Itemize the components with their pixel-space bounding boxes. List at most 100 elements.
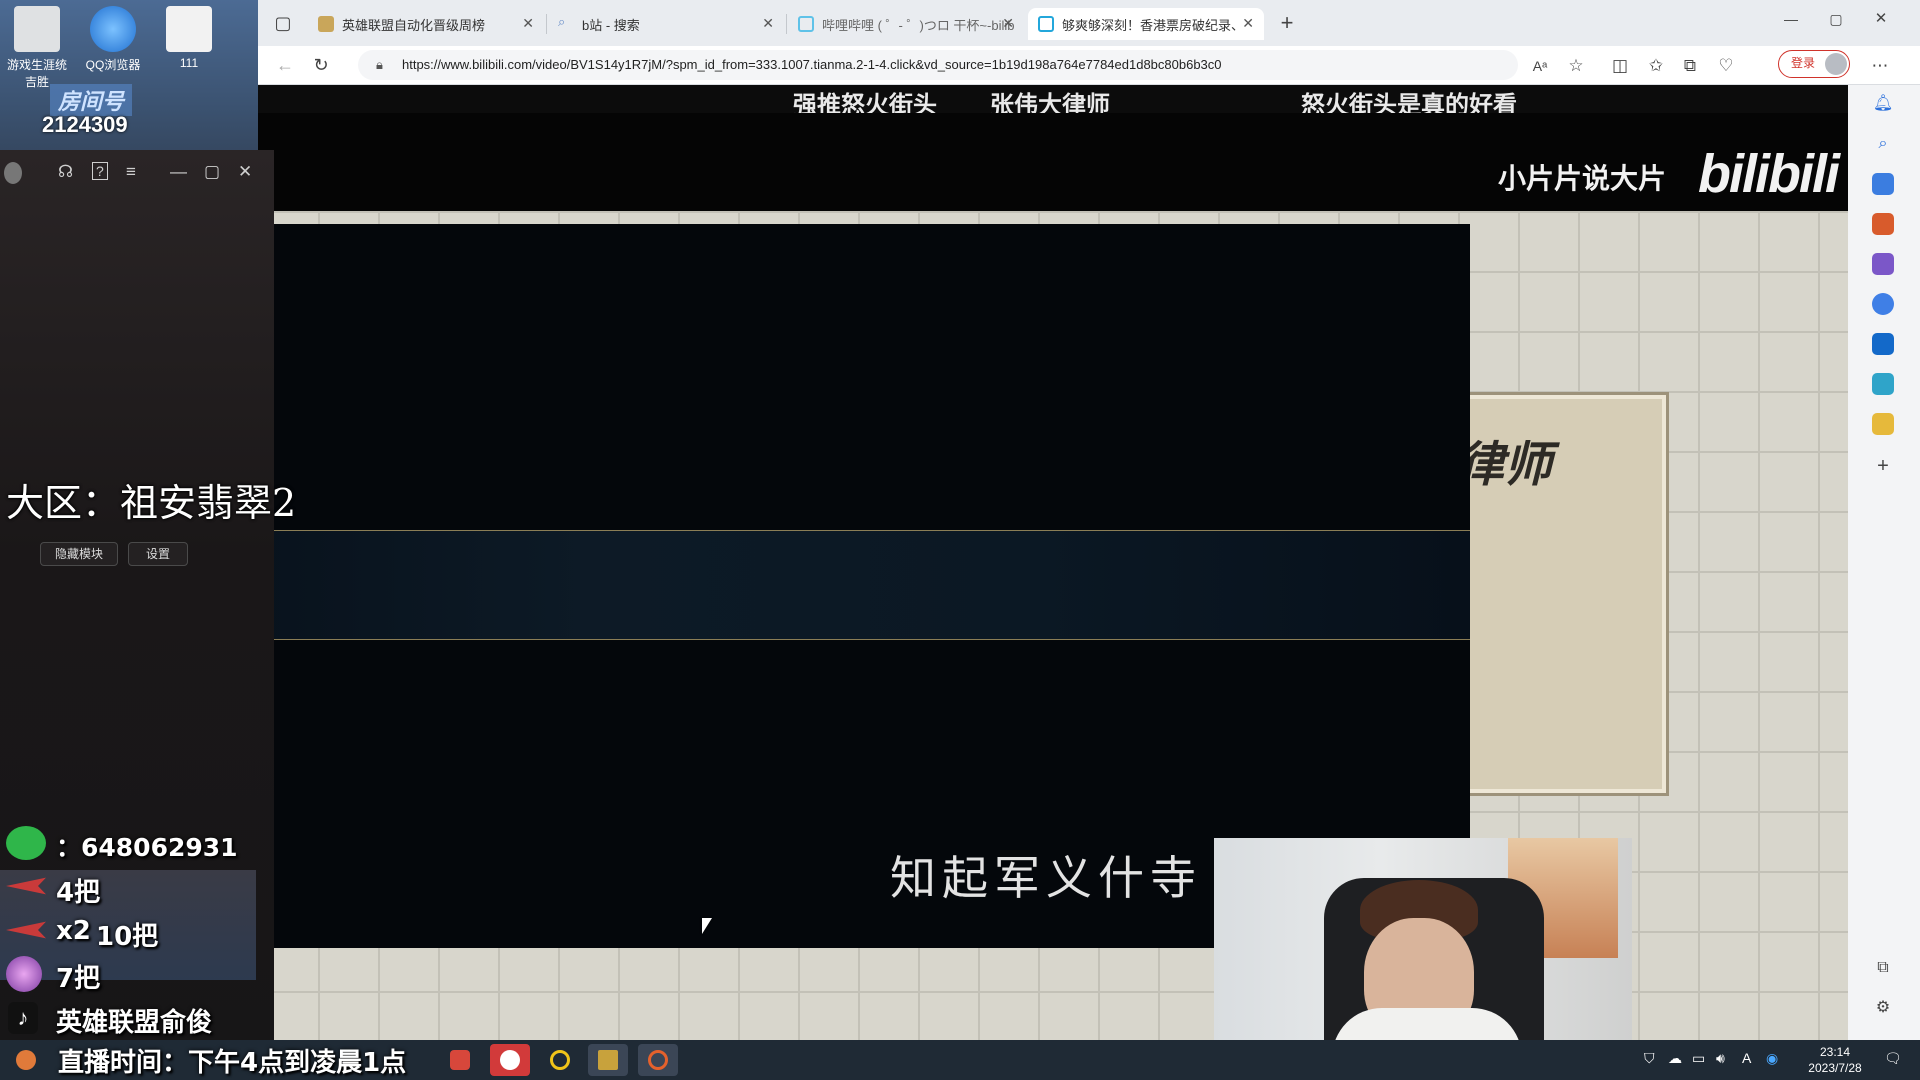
split-screen-icon[interactable]: ◫ [1608, 54, 1632, 78]
tab-separator [786, 14, 787, 34]
tab-label: 够爽够深刻！香港票房破纪录、 [1062, 17, 1245, 33]
rank-badge-icon [6, 956, 42, 992]
tab-video-active[interactable]: 够爽够深刻！香港票房破纪录、 ✕ [1028, 8, 1264, 40]
screenshot-icon[interactable]: ⧉ [1872, 957, 1894, 979]
close-tab-icon[interactable]: ✕ [1002, 15, 1014, 32]
site-favicon-icon [318, 16, 334, 32]
related-titles-strip: 强推怒火街头 张伟大律师 怒火街头是真的好看 [258, 85, 1848, 119]
more-menu-icon[interactable]: ⋯ [1868, 54, 1892, 78]
search-icon[interactable]: ⌕ [1872, 133, 1894, 155]
login-button[interactable]: 登录 [1778, 50, 1850, 78]
shopping-tag-icon[interactable] [1872, 173, 1894, 195]
taskbar-app-netease-music[interactable] [490, 1044, 530, 1076]
document-icon [166, 6, 212, 52]
minimize-icon[interactable]: — [1778, 6, 1804, 32]
taskbar-app-5[interactable] [638, 1044, 678, 1076]
tab-bilibili-home[interactable]: 哔哩哔哩 ( ゜- ゜)つロ 干杯~-bilib ✕ [788, 8, 1024, 40]
app-icon [648, 1050, 668, 1070]
bell-icon[interactable]: 🔔︎ [1872, 93, 1894, 115]
bilibili-logo: bilibili [1698, 144, 1840, 204]
taskbar-app-1[interactable] [440, 1044, 480, 1076]
close-tab-icon[interactable]: ✕ [522, 15, 534, 32]
maximize-icon[interactable]: ▢ [204, 162, 220, 182]
tab-bilibili-search[interactable]: ⌕ b站 - 搜索 ✕ [548, 8, 784, 40]
desktop-icon-game-career[interactable]: 游戏生涯统 吉胜 [2, 6, 72, 90]
desktop-icon-111[interactable]: 111 [154, 6, 224, 70]
wechat-tray-icon[interactable]: ☁ [1668, 1050, 1682, 1067]
tab-bar: ▢ 英雄联盟自动化晋级周榜 ✕ ⌕ b站 - 搜索 ✕ 哔哩哔哩 ( ゜- ゜)… [258, 0, 1920, 46]
desktop-icon-qq-browser[interactable]: QQ浏览器 [78, 6, 148, 73]
hide-module-button[interactable]: 隐藏模块 [40, 542, 118, 566]
send-icon[interactable] [1872, 373, 1894, 395]
qq-tray-icon[interactable]: ◉ [1766, 1050, 1778, 1067]
lock-icon: 🔒︎ [376, 57, 383, 72]
search-icon: ⌕ [558, 14, 566, 29]
outlook-icon[interactable] [1872, 333, 1894, 355]
game-count-1: 4把 [56, 878, 101, 908]
desktop-icon-label: QQ浏览器 [85, 58, 141, 72]
close-tab-icon[interactable]: ✕ [762, 15, 774, 32]
help-icon[interactable]: ? [92, 162, 108, 180]
tab-label: b站 - 搜索 [582, 17, 640, 33]
poster-text: 律师 [1456, 439, 1553, 492]
favorites-icon[interactable]: ✩ [1644, 54, 1668, 78]
game-count-3: 7把 [56, 964, 101, 994]
avatar [1825, 53, 1847, 75]
taskbar: 直播时间：下午4点到凌晨1点 ⛉ ☁ ▭ 🔊︎ A ◉ 23:14 2023/7… [0, 1040, 1920, 1080]
stream-schedule: 直播时间：下午4点到凌晨1点 [58, 1048, 407, 1078]
shield-icon[interactable]: ⛉ [1644, 1050, 1655, 1067]
copilot-icon[interactable] [1872, 293, 1894, 315]
region-label: 大区：祖安翡翠2 [6, 481, 297, 525]
notification-icon[interactable]: 🗨︎ [1884, 1050, 1902, 1067]
tab-separator [546, 14, 547, 34]
clock-date: 2023/7/28 [1808, 1061, 1862, 1075]
read-aloud-icon[interactable]: Aᵃ [1528, 54, 1552, 78]
taskbar-app-3[interactable] [540, 1044, 580, 1076]
start-button[interactable] [6, 1044, 46, 1076]
menu-icon[interactable]: ≡ [126, 162, 136, 182]
desktop-icon-label: 111 [179, 56, 199, 70]
close-window-icon[interactable]: ✕ [1868, 6, 1894, 32]
close-icon[interactable]: ✕ [238, 162, 252, 182]
volume-icon[interactable]: 🔊︎ [1716, 1050, 1725, 1067]
network-icon[interactable]: ▭ [1692, 1050, 1705, 1067]
headset-icon[interactable]: ☊ [58, 162, 73, 182]
input-method-icon[interactable]: A [1742, 1050, 1751, 1066]
music-icon [500, 1050, 520, 1070]
system-clock[interactable]: 23:14 2023/7/28 [1800, 1044, 1870, 1076]
screen: 游戏生涯统 吉胜 QQ浏览器 111 房间号 2124309 ▢ 英雄联盟自动化… [0, 0, 1920, 1080]
clock-time: 23:14 [1819, 1045, 1851, 1059]
douyin-icon: ♪ [8, 1002, 38, 1034]
browser-essentials-icon[interactable]: ♡ [1714, 54, 1738, 78]
tab-lol-ranking[interactable]: 英雄联盟自动化晋级周榜 ✕ [308, 8, 544, 40]
game-count-2: 10把 [96, 922, 159, 952]
app-icon [550, 1050, 570, 1070]
mouse-cursor-icon [702, 918, 712, 934]
settings-gear-icon[interactable]: ⚙ [1872, 997, 1894, 1019]
room-number: 2124309 [42, 112, 128, 137]
douyin-account: 英雄联盟俞俊 [56, 1008, 213, 1038]
multiplier-label: x2 [56, 916, 91, 946]
clock-app-icon [16, 1050, 36, 1070]
close-tab-icon[interactable]: ✕ [1242, 15, 1254, 32]
panel-header: ☊ ? ≡ — ▢ ✕ [0, 150, 274, 196]
add-icon[interactable]: + [1872, 455, 1894, 477]
refresh-icon[interactable]: ↻ [308, 52, 334, 78]
back-icon[interactable]: ← [272, 52, 298, 78]
video-banner: 小片片说大片 bilibili [258, 113, 1848, 211]
minimize-icon[interactable]: — [170, 162, 187, 182]
extension-icon[interactable] [1872, 413, 1894, 435]
url-input[interactable]: 🔒︎ https://www.bilibili.com/video/BV1S14… [358, 50, 1518, 80]
tools-icon[interactable] [1872, 213, 1894, 235]
settings-button[interactable]: 设置 [128, 542, 188, 566]
wechat-icon [6, 826, 46, 860]
bilibili-favicon-icon [798, 16, 814, 32]
collections-icon[interactable]: ⧉ [1678, 54, 1702, 78]
maximize-icon[interactable]: ▢ [1823, 6, 1849, 32]
new-tab-icon[interactable]: + [1274, 10, 1300, 36]
tab-actions-icon[interactable]: ▢ [270, 10, 296, 36]
favorite-star-icon[interactable]: ☆ [1564, 54, 1588, 78]
taskbar-app-league[interactable] [588, 1044, 628, 1076]
webcam-feed [1214, 838, 1632, 1070]
games-icon[interactable] [1872, 253, 1894, 275]
